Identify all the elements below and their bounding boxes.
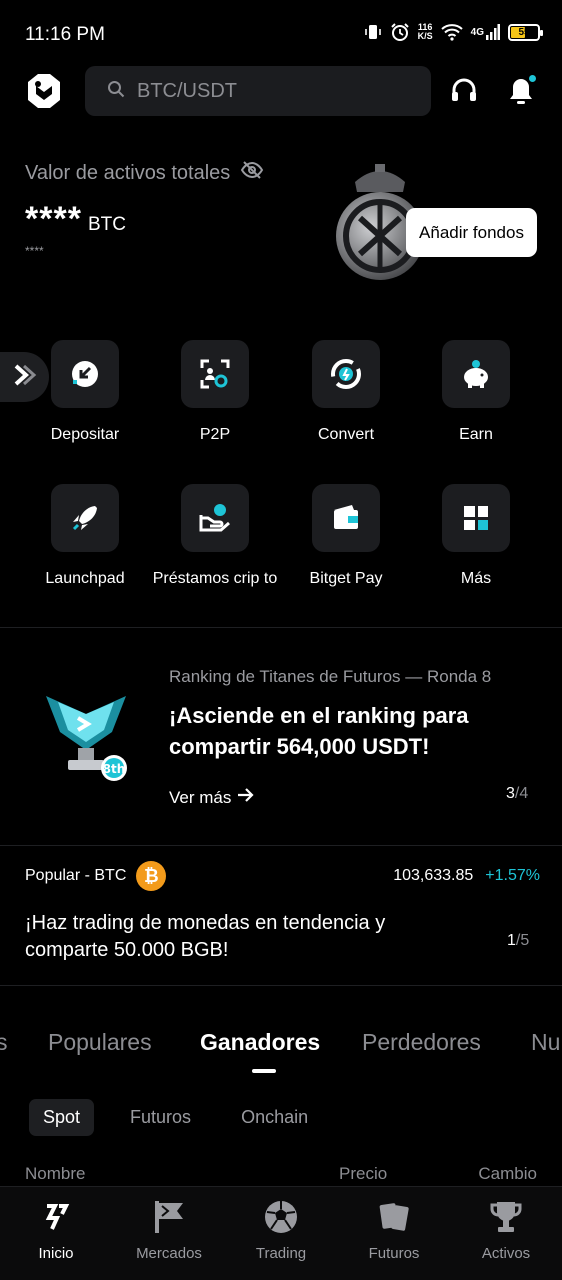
quick-action-prestamos[interactable]: Préstamos crip to	[150, 484, 280, 589]
market-tabs: s Populares Ganadores Perdedores Nu	[0, 1024, 562, 1074]
tab-populares[interactable]: Populares	[48, 1029, 152, 1056]
rocket-icon	[51, 484, 119, 552]
grid-more-icon	[442, 484, 510, 552]
vibrate-icon	[364, 23, 382, 41]
table-header: Nombre Precio Cambio	[25, 1164, 537, 1184]
status-bar: 11:16 PM 116 K/S 4G 55	[0, 0, 562, 70]
tab-ganadores[interactable]: Ganadores	[200, 1029, 320, 1056]
popular-price: 103,633.85	[393, 867, 474, 884]
col-change[interactable]: Cambio	[478, 1164, 537, 1184]
promo-banner[interactable]: 8th Ranking de Titanes de Futuros — Rond…	[0, 650, 562, 830]
popular-change: +1.57%	[485, 867, 540, 884]
col-price[interactable]: Precio	[339, 1164, 387, 1184]
divider	[0, 985, 562, 986]
bitget-logo-icon[interactable]	[24, 72, 64, 110]
balance-unit: BTC	[87, 214, 126, 235]
quick-action-p2p[interactable]: P2P	[150, 340, 280, 445]
loan-icon	[181, 484, 249, 552]
col-name[interactable]: Nombre	[25, 1164, 85, 1183]
search-placeholder: BTC/USDT	[137, 79, 237, 102]
popular-pager: 1/5	[507, 932, 530, 949]
tab-active-indicator	[252, 1069, 276, 1073]
add-funds-button[interactable]: Añadir fondos	[406, 208, 537, 257]
app-header: BTC/USDT	[0, 64, 562, 118]
notifications-bell-icon[interactable]	[504, 74, 538, 108]
alarm-icon	[390, 22, 410, 42]
assets-label: Valor de activos totales	[25, 161, 231, 184]
popular-row: Popular - BTC ₿ 103,633.85 +1.57%	[25, 860, 540, 892]
assets-summary: Valor de activos totales **** BTC **** A…	[25, 160, 545, 290]
search-bar[interactable]: BTC/USDT	[85, 66, 431, 116]
net-speed: 116 K/S	[417, 22, 433, 41]
market-subtabs: Spot Futuros Onchain	[29, 1099, 344, 1136]
popular-tag: Popular - BTC	[25, 867, 127, 884]
subtab-spot[interactable]: Spot	[29, 1099, 95, 1136]
quick-action-launchpad[interactable]: Launchpad	[20, 484, 150, 589]
popular-ticker[interactable]: Popular - BTC ₿ 103,633.85 +1.57% ¡Haz t…	[25, 860, 540, 975]
divider	[0, 845, 562, 846]
wallet-icon	[312, 484, 380, 552]
svg-text:8th: 8th	[103, 762, 126, 776]
subtab-futuros[interactable]: Futuros	[116, 1099, 205, 1136]
quick-action-mas[interactable]: Más	[411, 484, 541, 589]
battery-icon: 55	[508, 23, 543, 41]
deposit-icon	[51, 340, 119, 408]
divider	[0, 627, 562, 628]
nav-inicio[interactable]: Inicio	[6, 1199, 106, 1262]
nav-futuros[interactable]: Futuros	[344, 1199, 444, 1262]
balance-masked: ****	[25, 200, 82, 238]
quick-action-depositar[interactable]: Depositar	[20, 340, 150, 445]
tab-next-partial[interactable]: Nu	[531, 1029, 560, 1056]
promo-kicker: Ranking de Titanes de Futuros — Ronda 8	[169, 667, 492, 686]
quick-action-bitget-pay[interactable]: Bitget Pay	[281, 484, 411, 589]
eye-off-icon[interactable]	[240, 160, 264, 186]
trophy-illustration-icon: 8th	[38, 688, 134, 784]
status-icons: 116 K/S 4G 55	[364, 22, 543, 42]
promo-headline: ¡Asciende en el ranking para compartir 5…	[169, 703, 469, 759]
tab-prev-partial[interactable]: s	[0, 1029, 8, 1056]
promo-pager: 3/4	[506, 785, 529, 802]
promo-more-link[interactable]: Ver más	[169, 787, 255, 808]
piggy-bank-icon	[442, 340, 510, 408]
arrow-right-icon	[237, 787, 255, 808]
bitcoin-icon: ₿	[136, 861, 167, 891]
signal-icon: 4G	[471, 24, 500, 40]
nav-trading[interactable]: Trading	[231, 1199, 331, 1262]
trophy-icon	[456, 1199, 556, 1235]
status-time: 11:16 PM	[25, 24, 105, 45]
bottom-nav: Inicio Mercados Trading Futuros Activos	[0, 1186, 562, 1280]
wifi-icon	[440, 23, 463, 41]
search-icon	[107, 80, 125, 103]
p2p-icon	[181, 340, 249, 408]
flag-icon	[119, 1199, 219, 1235]
nav-mercados[interactable]: Mercados	[119, 1199, 219, 1262]
convert-icon	[312, 340, 380, 408]
nav-activos[interactable]: Activos	[456, 1199, 556, 1262]
tab-perdedores[interactable]: Perdedores	[362, 1029, 481, 1056]
support-headset-icon[interactable]	[447, 74, 481, 108]
home-logo-icon	[6, 1199, 106, 1235]
quick-action-convert[interactable]: Convert	[281, 340, 411, 445]
notification-dot	[529, 75, 536, 82]
quick-action-earn[interactable]: Earn	[411, 340, 541, 445]
subtab-onchain[interactable]: Onchain	[227, 1099, 322, 1136]
cards-icon	[344, 1199, 444, 1235]
popular-message: ¡Haz trading de monedas en tendencia y c…	[25, 912, 386, 961]
soccer-ball-icon	[231, 1199, 331, 1235]
assets-label-row: Valor de activos totales	[25, 160, 545, 186]
